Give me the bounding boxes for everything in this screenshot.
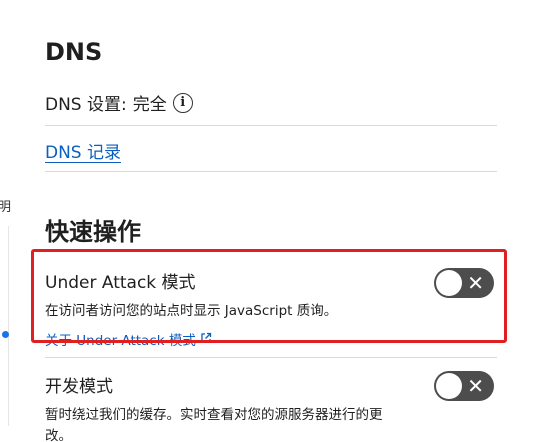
dns-setting-label: DNS 设置: xyxy=(45,95,127,115)
toggle-knob xyxy=(436,373,462,399)
divider xyxy=(45,357,497,358)
dns-records-link[interactable]: DNS 记录 xyxy=(45,138,121,163)
highlight-box xyxy=(31,249,507,343)
sidebar-divider xyxy=(0,226,9,426)
sidebar-active-dot xyxy=(2,331,9,338)
divider xyxy=(45,171,497,172)
page: 明 DNS DNS 设置: 完全 i DNS 记录 快速操作 Under Att… xyxy=(0,0,550,442)
dev-mode-toggle[interactable]: ✕ xyxy=(434,371,494,401)
dns-setting-row: DNS 设置: 完全 i xyxy=(45,90,193,115)
dns-setting-value: 完全 xyxy=(132,95,167,115)
dev-mode-title: 开发模式 xyxy=(45,377,113,397)
close-icon: ✕ xyxy=(467,374,484,398)
divider xyxy=(45,125,497,126)
sidebar-fragment-text: 明 xyxy=(0,200,12,215)
quick-actions-title: 快速操作 xyxy=(45,218,141,246)
dev-mode-feature: 开发模式 暂时绕过我们的缓存。实时查看对您的源服务器进行的更改。 xyxy=(45,372,497,442)
info-icon[interactable]: i xyxy=(172,92,193,113)
dns-section-title: DNS xyxy=(45,38,103,66)
dev-mode-description: 暂时绕过我们的缓存。实时查看对您的源服务器进行的更改。 xyxy=(45,407,383,442)
